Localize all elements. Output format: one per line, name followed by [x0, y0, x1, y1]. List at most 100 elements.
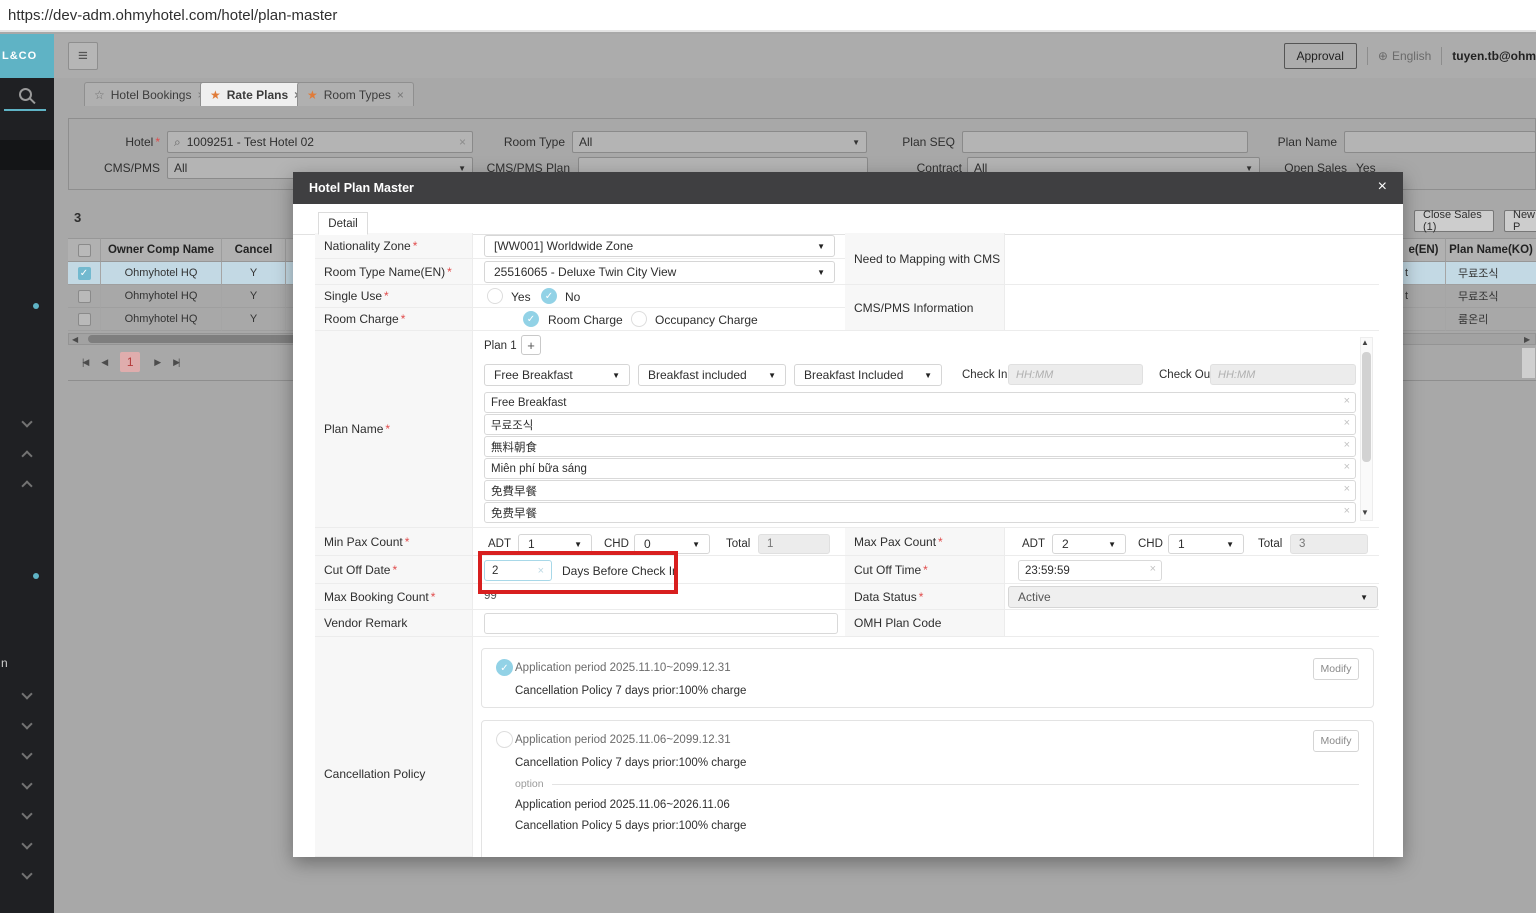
clear-icon[interactable]: ×	[1344, 417, 1350, 429]
star-filled-icon[interactable]: ★	[307, 88, 318, 102]
plan-code-select-3[interactable]: Breakfast Included ▼	[794, 364, 942, 386]
plan-name-input-zh-cn[interactable]	[484, 502, 1356, 523]
user-email[interactable]: tuyen.tb@ohm	[1452, 49, 1536, 63]
table-cell-owner[interactable]: Ohmyhotel HQ	[101, 262, 222, 285]
plan-name-input-en[interactable]	[484, 392, 1356, 413]
plan-name-field[interactable]	[491, 503, 1349, 522]
plan-tab-label[interactable]: Plan 1	[484, 340, 517, 352]
scroll-right-icon[interactable]: ▶	[1524, 335, 1530, 344]
check-in-input[interactable]: HH:MM	[1008, 364, 1143, 385]
plan-name-input-ko[interactable]	[484, 414, 1356, 435]
modify-button[interactable]: Modify	[1313, 730, 1359, 752]
data-status-select[interactable]: Active ▼	[1008, 586, 1378, 608]
hotel-filter-input[interactable]: ⌕ 1009251 - Test Hotel 02 ×	[167, 131, 473, 153]
tab-detail[interactable]: Detail	[318, 212, 368, 235]
plan-code-select-2[interactable]: Breakfast included ▼	[638, 364, 786, 386]
close-tab-icon[interactable]: ×	[397, 88, 404, 102]
plan-name-input-ja[interactable]	[484, 436, 1356, 457]
plan-code-select-1[interactable]: Free Breakfast ▼	[484, 364, 630, 386]
language-switcher[interactable]: ⊕ English	[1378, 49, 1431, 63]
scroll-down-icon[interactable]: ▼	[1361, 508, 1369, 517]
prev-page-icon[interactable]: ◀	[101, 357, 108, 368]
clear-icon[interactable]: ×	[459, 135, 466, 149]
plan-name-input-vi[interactable]	[484, 458, 1356, 479]
cut-off-time-input[interactable]	[1018, 560, 1162, 581]
table-cell-cancel[interactable]: Y	[222, 285, 286, 308]
star-outline-icon[interactable]: ☆	[94, 88, 105, 102]
room-type-name-select[interactable]: 25516065 - Deluxe Twin City View ▼	[484, 261, 835, 283]
table-cell-cancel[interactable]: Y	[222, 262, 286, 285]
first-page-icon[interactable]: |◀	[82, 357, 89, 368]
vendor-remark-field[interactable]	[491, 614, 831, 633]
approval-button[interactable]: Approval	[1283, 43, 1357, 69]
current-page[interactable]: 1	[120, 352, 141, 372]
table-row-checkbox-cell[interactable]	[68, 285, 101, 308]
url-bar[interactable]: https://dev-adm.ohmyhotel.com/hotel/plan…	[0, 0, 1536, 32]
single-use-no-radio[interactable]: ✓	[541, 288, 557, 304]
star-filled-icon[interactable]: ★	[210, 88, 221, 102]
check-out-input[interactable]: HH:MM	[1210, 364, 1356, 385]
policy-selected-radio[interactable]: ✓	[496, 659, 513, 676]
table-row-checkbox-cell[interactable]	[68, 308, 101, 331]
tab-rate-plans[interactable]: ★ Rate Plans ×	[200, 82, 312, 106]
plan-name-field[interactable]	[491, 415, 1349, 434]
new-plan-button[interactable]: New P	[1504, 209, 1536, 233]
max-chd-select[interactable]: 1 ▼	[1168, 534, 1244, 554]
clear-icon[interactable]: ×	[1344, 395, 1350, 407]
table-row-checkbox-cell[interactable]: ✓	[68, 262, 101, 285]
plan-seq-filter-input[interactable]	[962, 131, 1248, 153]
room-type-filter-select[interactable]: All ▼	[572, 131, 867, 153]
single-use-yes-radio[interactable]	[487, 288, 503, 304]
clear-icon[interactable]: ×	[1344, 483, 1350, 495]
table-cell-plan-name-en[interactable]	[1402, 308, 1446, 331]
nationality-zone-select[interactable]: [WW001] Worldwide Zone ▼	[484, 235, 835, 257]
select-all-checkbox[interactable]	[77, 243, 91, 257]
add-plan-button[interactable]: +	[521, 335, 541, 355]
clear-icon[interactable]: ×	[1344, 505, 1350, 517]
sidebar-active-item[interactable]	[0, 140, 54, 170]
cancellation-policy-card[interactable]: Application period 2025.11.06~2099.12.31…	[481, 720, 1374, 857]
table-cell-plan-name-ko[interactable]: 룸온리	[1446, 308, 1536, 331]
cut-off-time-field[interactable]	[1025, 561, 1155, 580]
modify-button[interactable]: Modify	[1313, 658, 1359, 680]
close-sales-button[interactable]: Close Sales (1)	[1414, 209, 1494, 233]
occupancy-charge-radio[interactable]	[631, 311, 647, 327]
search-icon[interactable]	[19, 88, 32, 101]
last-page-icon[interactable]: ▶|	[173, 357, 180, 368]
next-page-icon[interactable]: ▶	[154, 357, 161, 368]
scrollbar-thumb[interactable]	[1362, 352, 1371, 462]
table-vertical-scrollbar-fragment[interactable]	[1521, 347, 1536, 379]
clear-icon[interactable]: ×	[1150, 563, 1156, 575]
plan-name-field[interactable]	[491, 481, 1349, 500]
row-checkbox[interactable]	[77, 312, 91, 326]
row-checkbox-checked[interactable]: ✓	[77, 266, 91, 280]
table-cell-plan-name-en[interactable]: t	[1402, 285, 1446, 308]
table-cell-plan-name-ko[interactable]: 무료조식	[1446, 285, 1536, 308]
clear-icon[interactable]: ×	[1344, 461, 1350, 473]
table-cell-plan-name-ko[interactable]: 무료조식	[1446, 262, 1536, 285]
table-cell-owner[interactable]: Ohmyhotel HQ	[101, 308, 222, 331]
scroll-left-icon[interactable]: ◀	[72, 335, 78, 344]
table-cell-cancel[interactable]: Y	[222, 308, 286, 331]
tab-room-types[interactable]: ★ Room Types ×	[297, 82, 414, 106]
scroll-up-icon[interactable]: ▲	[1361, 338, 1369, 347]
modal-close-icon[interactable]: ×	[1378, 178, 1387, 196]
plan-name-field[interactable]	[491, 459, 1349, 478]
table-cell-owner[interactable]: Ohmyhotel HQ	[101, 285, 222, 308]
room-charge-radio[interactable]: ✓	[523, 311, 539, 327]
tab-hotel-bookings[interactable]: ☆ Hotel Bookings ×	[84, 82, 215, 106]
clear-icon[interactable]: ×	[1344, 439, 1350, 451]
max-adt-select[interactable]: 2 ▼	[1052, 534, 1126, 554]
table-header-checkbox[interactable]	[68, 238, 101, 262]
plan-name-input-zh-tw[interactable]	[484, 480, 1356, 501]
vendor-remark-input[interactable]	[484, 613, 838, 634]
menu-button[interactable]: ≡	[68, 42, 98, 70]
plan-name-filter-input[interactable]	[1344, 131, 1536, 153]
row-checkbox[interactable]	[77, 289, 91, 303]
plan-name-field[interactable]	[491, 437, 1349, 456]
policy-radio[interactable]	[496, 731, 513, 748]
plan-name-field[interactable]	[491, 393, 1349, 412]
modal-header[interactable]: Hotel Plan Master	[293, 172, 1403, 204]
table-cell-plan-name-en[interactable]: t	[1402, 262, 1446, 285]
cancellation-policy-card[interactable]: ✓ Application period 2025.11.10~2099.12.…	[481, 648, 1374, 708]
